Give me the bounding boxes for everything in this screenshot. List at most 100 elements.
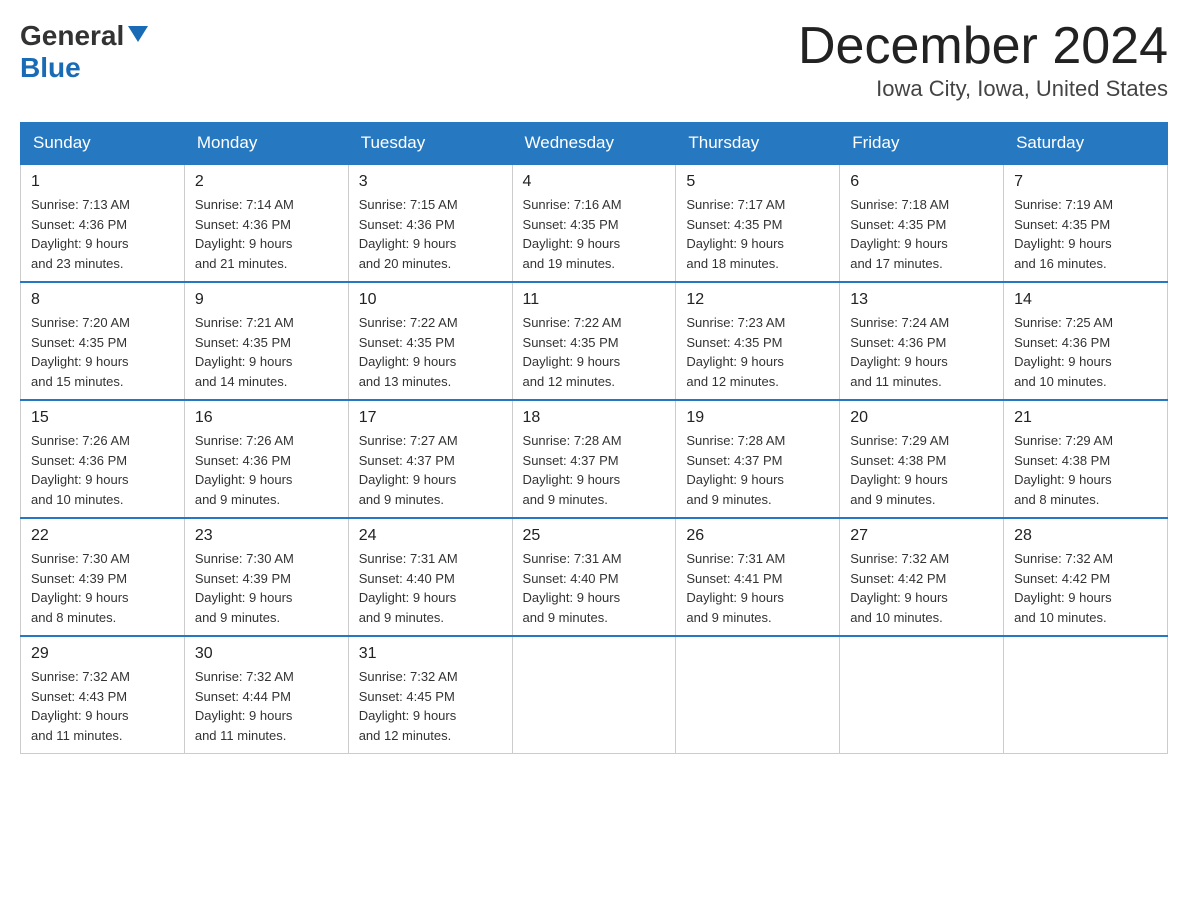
day-number: 12 — [686, 291, 829, 309]
calendar-cell: 19 Sunrise: 7:28 AMSunset: 4:37 PMDaylig… — [676, 400, 840, 518]
header-saturday: Saturday — [1004, 123, 1168, 165]
week-row-5: 29 Sunrise: 7:32 AMSunset: 4:43 PMDaylig… — [21, 636, 1168, 754]
day-number: 22 — [31, 527, 174, 545]
day-info: Sunrise: 7:15 AMSunset: 4:36 PMDaylight:… — [359, 195, 502, 273]
day-info: Sunrise: 7:31 AMSunset: 4:41 PMDaylight:… — [686, 549, 829, 627]
calendar-cell: 4 Sunrise: 7:16 AMSunset: 4:35 PMDayligh… — [512, 164, 676, 282]
day-number: 25 — [523, 527, 666, 545]
day-info: Sunrise: 7:14 AMSunset: 4:36 PMDaylight:… — [195, 195, 338, 273]
day-info: Sunrise: 7:20 AMSunset: 4:35 PMDaylight:… — [31, 313, 174, 391]
day-number: 19 — [686, 409, 829, 427]
calendar-header-row: SundayMondayTuesdayWednesdayThursdayFrid… — [21, 123, 1168, 165]
header-sunday: Sunday — [21, 123, 185, 165]
calendar-cell: 5 Sunrise: 7:17 AMSunset: 4:35 PMDayligh… — [676, 164, 840, 282]
calendar-cell: 18 Sunrise: 7:28 AMSunset: 4:37 PMDaylig… — [512, 400, 676, 518]
day-info: Sunrise: 7:18 AMSunset: 4:35 PMDaylight:… — [850, 195, 993, 273]
day-number: 5 — [686, 173, 829, 191]
week-row-1: 1 Sunrise: 7:13 AMSunset: 4:36 PMDayligh… — [21, 164, 1168, 282]
day-number: 1 — [31, 173, 174, 191]
day-info: Sunrise: 7:26 AMSunset: 4:36 PMDaylight:… — [195, 431, 338, 509]
calendar-cell: 3 Sunrise: 7:15 AMSunset: 4:36 PMDayligh… — [348, 164, 512, 282]
calendar-cell: 27 Sunrise: 7:32 AMSunset: 4:42 PMDaylig… — [840, 518, 1004, 636]
calendar-cell: 23 Sunrise: 7:30 AMSunset: 4:39 PMDaylig… — [184, 518, 348, 636]
day-info: Sunrise: 7:29 AMSunset: 4:38 PMDaylight:… — [1014, 431, 1157, 509]
title-block: December 2024 Iowa City, Iowa, United St… — [798, 20, 1168, 102]
header-wednesday: Wednesday — [512, 123, 676, 165]
header-tuesday: Tuesday — [348, 123, 512, 165]
header-friday: Friday — [840, 123, 1004, 165]
day-info: Sunrise: 7:16 AMSunset: 4:35 PMDaylight:… — [523, 195, 666, 273]
day-number: 17 — [359, 409, 502, 427]
calendar-cell: 10 Sunrise: 7:22 AMSunset: 4:35 PMDaylig… — [348, 282, 512, 400]
calendar-cell: 7 Sunrise: 7:19 AMSunset: 4:35 PMDayligh… — [1004, 164, 1168, 282]
day-number: 7 — [1014, 173, 1157, 191]
day-info: Sunrise: 7:13 AMSunset: 4:36 PMDaylight:… — [31, 195, 174, 273]
day-number: 30 — [195, 645, 338, 663]
day-info: Sunrise: 7:26 AMSunset: 4:36 PMDaylight:… — [31, 431, 174, 509]
day-number: 10 — [359, 291, 502, 309]
day-number: 23 — [195, 527, 338, 545]
day-info: Sunrise: 7:31 AMSunset: 4:40 PMDaylight:… — [523, 549, 666, 627]
day-info: Sunrise: 7:32 AMSunset: 4:42 PMDaylight:… — [850, 549, 993, 627]
calendar-cell: 29 Sunrise: 7:32 AMSunset: 4:43 PMDaylig… — [21, 636, 185, 754]
week-row-3: 15 Sunrise: 7:26 AMSunset: 4:36 PMDaylig… — [21, 400, 1168, 518]
calendar-cell: 26 Sunrise: 7:31 AMSunset: 4:41 PMDaylig… — [676, 518, 840, 636]
calendar-cell: 20 Sunrise: 7:29 AMSunset: 4:38 PMDaylig… — [840, 400, 1004, 518]
day-info: Sunrise: 7:30 AMSunset: 4:39 PMDaylight:… — [31, 549, 174, 627]
week-row-4: 22 Sunrise: 7:30 AMSunset: 4:39 PMDaylig… — [21, 518, 1168, 636]
day-info: Sunrise: 7:32 AMSunset: 4:45 PMDaylight:… — [359, 667, 502, 745]
day-info: Sunrise: 7:23 AMSunset: 4:35 PMDaylight:… — [686, 313, 829, 391]
location: Iowa City, Iowa, United States — [798, 76, 1168, 102]
day-number: 13 — [850, 291, 993, 309]
calendar-table: SundayMondayTuesdayWednesdayThursdayFrid… — [20, 122, 1168, 754]
day-number: 26 — [686, 527, 829, 545]
calendar-cell: 14 Sunrise: 7:25 AMSunset: 4:36 PMDaylig… — [1004, 282, 1168, 400]
day-number: 16 — [195, 409, 338, 427]
day-number: 3 — [359, 173, 502, 191]
calendar-cell — [512, 636, 676, 754]
day-number: 20 — [850, 409, 993, 427]
day-info: Sunrise: 7:22 AMSunset: 4:35 PMDaylight:… — [523, 313, 666, 391]
day-info: Sunrise: 7:17 AMSunset: 4:35 PMDaylight:… — [686, 195, 829, 273]
day-number: 24 — [359, 527, 502, 545]
day-info: Sunrise: 7:32 AMSunset: 4:43 PMDaylight:… — [31, 667, 174, 745]
calendar-cell: 28 Sunrise: 7:32 AMSunset: 4:42 PMDaylig… — [1004, 518, 1168, 636]
day-info: Sunrise: 7:32 AMSunset: 4:42 PMDaylight:… — [1014, 549, 1157, 627]
day-number: 14 — [1014, 291, 1157, 309]
calendar-cell: 9 Sunrise: 7:21 AMSunset: 4:35 PMDayligh… — [184, 282, 348, 400]
day-info: Sunrise: 7:28 AMSunset: 4:37 PMDaylight:… — [523, 431, 666, 509]
day-number: 18 — [523, 409, 666, 427]
calendar-cell: 12 Sunrise: 7:23 AMSunset: 4:35 PMDaylig… — [676, 282, 840, 400]
header-monday: Monday — [184, 123, 348, 165]
day-number: 27 — [850, 527, 993, 545]
day-number: 28 — [1014, 527, 1157, 545]
month-title: December 2024 — [798, 20, 1168, 72]
calendar-cell: 31 Sunrise: 7:32 AMSunset: 4:45 PMDaylig… — [348, 636, 512, 754]
day-info: Sunrise: 7:25 AMSunset: 4:36 PMDaylight:… — [1014, 313, 1157, 391]
day-number: 31 — [359, 645, 502, 663]
calendar-cell: 15 Sunrise: 7:26 AMSunset: 4:36 PMDaylig… — [21, 400, 185, 518]
day-info: Sunrise: 7:22 AMSunset: 4:35 PMDaylight:… — [359, 313, 502, 391]
day-number: 2 — [195, 173, 338, 191]
calendar-cell: 16 Sunrise: 7:26 AMSunset: 4:36 PMDaylig… — [184, 400, 348, 518]
day-number: 6 — [850, 173, 993, 191]
header-thursday: Thursday — [676, 123, 840, 165]
calendar-cell: 8 Sunrise: 7:20 AMSunset: 4:35 PMDayligh… — [21, 282, 185, 400]
calendar-cell: 2 Sunrise: 7:14 AMSunset: 4:36 PMDayligh… — [184, 164, 348, 282]
day-number: 8 — [31, 291, 174, 309]
day-info: Sunrise: 7:29 AMSunset: 4:38 PMDaylight:… — [850, 431, 993, 509]
calendar-cell — [676, 636, 840, 754]
calendar-cell: 1 Sunrise: 7:13 AMSunset: 4:36 PMDayligh… — [21, 164, 185, 282]
calendar-cell: 6 Sunrise: 7:18 AMSunset: 4:35 PMDayligh… — [840, 164, 1004, 282]
calendar-cell: 21 Sunrise: 7:29 AMSunset: 4:38 PMDaylig… — [1004, 400, 1168, 518]
day-info: Sunrise: 7:31 AMSunset: 4:40 PMDaylight:… — [359, 549, 502, 627]
calendar-cell: 25 Sunrise: 7:31 AMSunset: 4:40 PMDaylig… — [512, 518, 676, 636]
logo-line1: General — [20, 20, 148, 52]
week-row-2: 8 Sunrise: 7:20 AMSunset: 4:35 PMDayligh… — [21, 282, 1168, 400]
page-header: General Blue December 2024 Iowa City, Io… — [20, 20, 1168, 102]
logo-triangle-icon — [128, 26, 148, 42]
day-number: 4 — [523, 173, 666, 191]
logo: General Blue — [20, 20, 148, 84]
day-info: Sunrise: 7:19 AMSunset: 4:35 PMDaylight:… — [1014, 195, 1157, 273]
day-number: 29 — [31, 645, 174, 663]
